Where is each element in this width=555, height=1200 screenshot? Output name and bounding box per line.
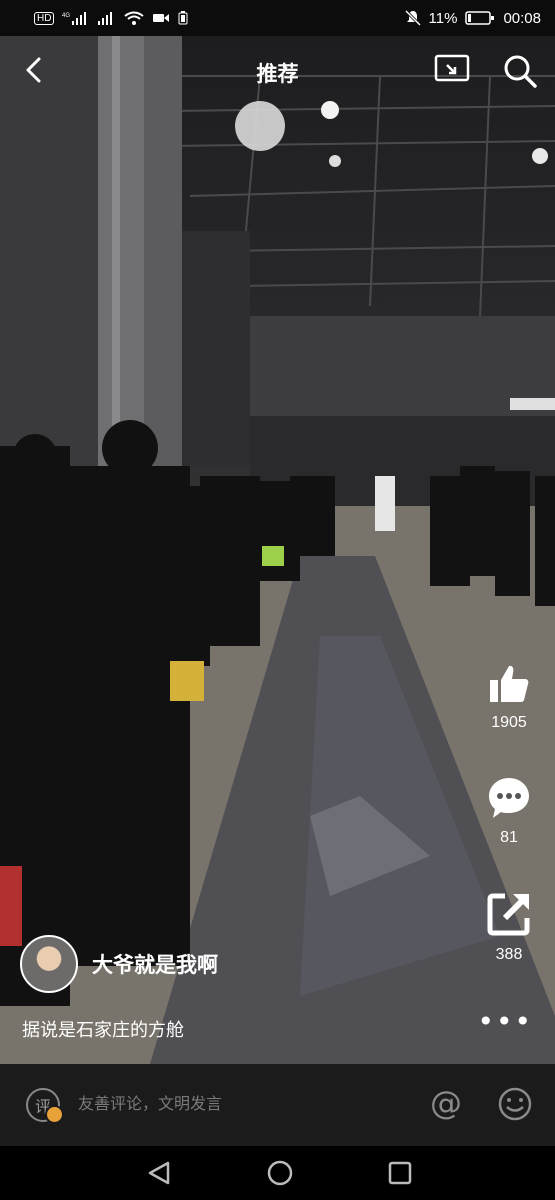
home-circle-icon[interactable] [266, 1159, 294, 1187]
battery-small-icon [178, 11, 188, 25]
signal-4g-icon: 4G [62, 12, 87, 25]
comment-input[interactable] [78, 1094, 378, 1113]
svg-text:4G: 4G [62, 13, 70, 19]
more-options-button[interactable]: ••• [477, 1005, 533, 1038]
share-count: 388 [495, 946, 523, 963]
author-name[interactable]: 大爷就是我啊 [92, 949, 218, 979]
screen-cast-icon[interactable] [433, 53, 471, 87]
video-frame [0, 36, 555, 1064]
check-badge-icon [45, 1105, 64, 1124]
post-caption: 据说是石家庄的方舱 [22, 1020, 184, 1041]
at-mention-icon[interactable]: @ [430, 1084, 462, 1122]
recent-apps-icon[interactable] [388, 1161, 412, 1185]
back-triangle-icon[interactable] [146, 1160, 172, 1186]
battery-percent: 11% [428, 9, 458, 27]
like-button[interactable]: 1905 [477, 662, 541, 732]
mute-bell-icon [404, 10, 421, 26]
top-bar: 推荐 [0, 36, 555, 106]
system-nav-bar [0, 1146, 555, 1200]
share-icon [487, 893, 530, 936]
comment-bubble-icon [489, 778, 529, 818]
status-icons-left: HD 4G [34, 11, 188, 25]
battery-icon [465, 11, 495, 25]
wifi-icon [124, 11, 145, 25]
like-count: 1905 [491, 714, 527, 731]
thumbs-up-icon [490, 665, 529, 702]
smile-icon[interactable] [497, 1086, 533, 1122]
comment-button[interactable]: 81 [477, 775, 541, 847]
hd-icon: HD [34, 11, 55, 25]
comment-edit-icon[interactable]: 评 [26, 1088, 64, 1124]
search-icon[interactable] [502, 53, 538, 89]
avatar[interactable] [20, 935, 78, 993]
clock: 00:08 [503, 9, 541, 27]
comment-bar: 评 @ [0, 1064, 555, 1146]
signal-icon [98, 12, 113, 25]
comment-count: 81 [500, 829, 518, 846]
author-info[interactable]: 大爷就是我啊 [20, 935, 218, 993]
status-bar: HD 4G 11% 00:08 [0, 0, 555, 36]
video-player[interactable] [0, 36, 555, 1064]
video-icon [153, 14, 170, 22]
page-title: 推荐 [256, 62, 299, 86]
status-icons-right: 11% 00:08 [404, 9, 541, 27]
share-button[interactable]: 388 [477, 890, 541, 964]
